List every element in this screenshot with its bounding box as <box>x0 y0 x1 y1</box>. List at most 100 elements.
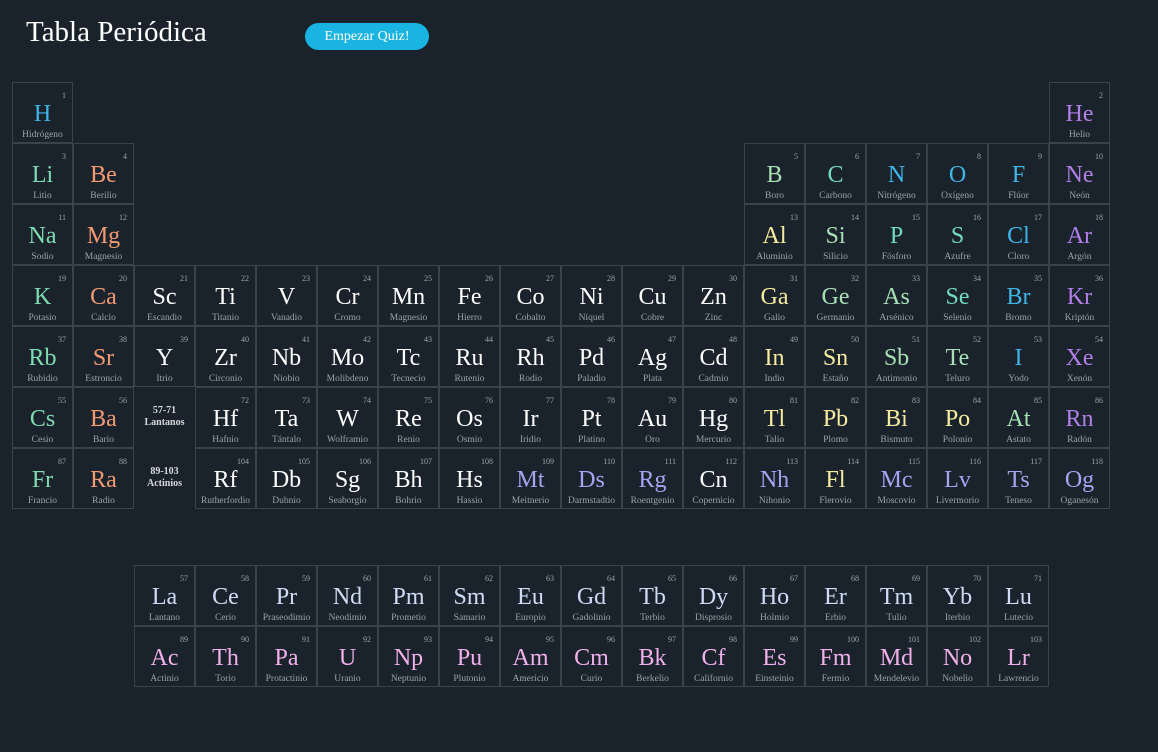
element-cell-rb[interactable]: 37 Rb Rubidio <box>12 326 73 387</box>
element-cell-pb[interactable]: 82 Pb Plomo <box>805 387 866 448</box>
element-cell-ca[interactable]: 20 Ca Calcio <box>73 265 134 326</box>
element-cell-gd[interactable]: 64 Gd Gadolinio <box>561 565 622 626</box>
element-cell-cf[interactable]: 98 Cf Californio <box>683 626 744 687</box>
element-cell-w[interactable]: 74 W Wolframio <box>317 387 378 448</box>
element-cell-ra[interactable]: 88 Ra Radio <box>73 448 134 509</box>
element-cell-pm[interactable]: 61 Pm Prometio <box>378 565 439 626</box>
element-cell-ta[interactable]: 73 Ta Tántalo <box>256 387 317 448</box>
element-cell-ts[interactable]: 117 Ts Teneso <box>988 448 1049 509</box>
element-cell-cr[interactable]: 24 Cr Cromo <box>317 265 378 326</box>
element-cell-sr[interactable]: 38 Sr Estroncio <box>73 326 134 387</box>
element-cell-rn[interactable]: 86 Rn Radón <box>1049 387 1110 448</box>
element-cell-ne[interactable]: 10 Ne Neón <box>1049 143 1110 204</box>
element-cell-cn[interactable]: 112 Cn Copernicio <box>683 448 744 509</box>
element-cell-ge[interactable]: 32 Ge Germanio <box>805 265 866 326</box>
element-cell-lr[interactable]: 103 Lr Lawrencio <box>988 626 1049 687</box>
element-cell-he[interactable]: 2 He Helio <box>1049 82 1110 143</box>
element-cell-th[interactable]: 90 Th Torio <box>195 626 256 687</box>
element-cell-bi[interactable]: 83 Bi Bismuto <box>866 387 927 448</box>
element-cell-be[interactable]: 4 Be Berilio <box>73 143 134 204</box>
element-cell-md[interactable]: 101 Md Mendelevio <box>866 626 927 687</box>
element-cell-sn[interactable]: 50 Sn Estaño <box>805 326 866 387</box>
element-cell-np[interactable]: 93 Np Neptunio <box>378 626 439 687</box>
element-cell-cd[interactable]: 48 Cd Cadmio <box>683 326 744 387</box>
element-cell-ba[interactable]: 56 Ba Bario <box>73 387 134 448</box>
element-cell-in[interactable]: 49 In Indio <box>744 326 805 387</box>
element-cell-ar[interactable]: 18 Ar Argón <box>1049 204 1110 265</box>
element-cell-cu[interactable]: 29 Cu Cobre <box>622 265 683 326</box>
element-cell-sg[interactable]: 106 Sg Seaborgio <box>317 448 378 509</box>
element-cell-k[interactable]: 19 K Potasio <box>12 265 73 326</box>
element-cell-ds[interactable]: 110 Ds Darmstadtio <box>561 448 622 509</box>
element-cell-rh[interactable]: 45 Rh Rodio <box>500 326 561 387</box>
element-cell-yb[interactable]: 70 Yb Iterbio <box>927 565 988 626</box>
element-cell-se[interactable]: 34 Se Selenio <box>927 265 988 326</box>
element-cell-cm[interactable]: 96 Cm Curio <box>561 626 622 687</box>
element-cell-sm[interactable]: 62 Sm Samario <box>439 565 500 626</box>
element-cell-og[interactable]: 118 Og Oganesón <box>1049 448 1110 509</box>
element-cell-ni[interactable]: 28 Ni Níquel <box>561 265 622 326</box>
element-cell-bh[interactable]: 107 Bh Bohrio <box>378 448 439 509</box>
element-cell-zn[interactable]: 30 Zn Zinc <box>683 265 744 326</box>
element-cell-eu[interactable]: 63 Eu Europio <box>500 565 561 626</box>
element-cell-pr[interactable]: 59 Pr Praseodimio <box>256 565 317 626</box>
element-cell-ru[interactable]: 44 Ru Rutenio <box>439 326 500 387</box>
element-cell-zr[interactable]: 40 Zr Circonio <box>195 326 256 387</box>
element-cell-nh[interactable]: 113 Nh Nihonio <box>744 448 805 509</box>
element-cell-fr[interactable]: 87 Fr Francio <box>12 448 73 509</box>
element-cell-lu[interactable]: 71 Lu Lutecio <box>988 565 1049 626</box>
element-cell-y[interactable]: 39 Y Itrio <box>134 326 195 387</box>
element-cell-hg[interactable]: 80 Hg Mercurio <box>683 387 744 448</box>
element-cell-mg[interactable]: 12 Mg Magnesio <box>73 204 134 265</box>
element-cell-pu[interactable]: 94 Pu Plutonio <box>439 626 500 687</box>
element-cell-ir[interactable]: 77 Ir Iridio <box>500 387 561 448</box>
element-cell-kr[interactable]: 36 Kr Kriptón <box>1049 265 1110 326</box>
element-cell-mc[interactable]: 115 Mc Moscovio <box>866 448 927 509</box>
element-cell-o[interactable]: 8 O Oxígeno <box>927 143 988 204</box>
element-cell-pa[interactable]: 91 Pa Protactinio <box>256 626 317 687</box>
element-cell-sc[interactable]: 21 Sc Escandio <box>134 265 195 326</box>
element-cell-fe[interactable]: 26 Fe Hierro <box>439 265 500 326</box>
element-cell-te[interactable]: 52 Te Teluro <box>927 326 988 387</box>
element-cell-p[interactable]: 15 P Fósforo <box>866 204 927 265</box>
element-cell-nb[interactable]: 41 Nb Niobio <box>256 326 317 387</box>
element-cell-os[interactable]: 76 Os Osmio <box>439 387 500 448</box>
element-cell-re[interactable]: 75 Re Renio <box>378 387 439 448</box>
element-cell-na[interactable]: 11 Na Sodio <box>12 204 73 265</box>
element-cell-db[interactable]: 105 Db Dubnio <box>256 448 317 509</box>
element-cell-tl[interactable]: 81 Tl Talio <box>744 387 805 448</box>
element-cell-rf[interactable]: 104 Rf Rutherfordio <box>195 448 256 509</box>
element-cell-ti[interactable]: 22 Ti Titanio <box>195 265 256 326</box>
element-cell-al[interactable]: 13 Al Aluminio <box>744 204 805 265</box>
element-cell-as[interactable]: 33 As Arsénico <box>866 265 927 326</box>
element-cell-mn[interactable]: 25 Mn Magnesio <box>378 265 439 326</box>
element-cell-u[interactable]: 92 U Uranio <box>317 626 378 687</box>
element-cell-au[interactable]: 79 Au Oro <box>622 387 683 448</box>
element-cell-mo[interactable]: 42 Mo Molibdeno <box>317 326 378 387</box>
element-cell-er[interactable]: 68 Er Erbio <box>805 565 866 626</box>
element-cell-dy[interactable]: 66 Dy Disprosio <box>683 565 744 626</box>
element-cell-hs[interactable]: 108 Hs Hassio <box>439 448 500 509</box>
element-cell-sb[interactable]: 51 Sb Antimonio <box>866 326 927 387</box>
element-cell-cs[interactable]: 55 Cs Cesio <box>12 387 73 448</box>
element-cell-b[interactable]: 5 B Boro <box>744 143 805 204</box>
element-cell-ce[interactable]: 58 Ce Cerio <box>195 565 256 626</box>
element-cell-v[interactable]: 23 V Vanadio <box>256 265 317 326</box>
start-quiz-button[interactable]: Empezar Quiz! <box>305 23 429 50</box>
element-cell-f[interactable]: 9 F Flúor <box>988 143 1049 204</box>
element-cell-tm[interactable]: 69 Tm Tulio <box>866 565 927 626</box>
element-cell-am[interactable]: 95 Am Americio <box>500 626 561 687</box>
element-cell-s[interactable]: 16 S Azufre <box>927 204 988 265</box>
element-cell-hf[interactable]: 72 Hf Hafnio <box>195 387 256 448</box>
element-cell-la[interactable]: 57 La Lantano <box>134 565 195 626</box>
element-cell-co[interactable]: 27 Co Cobalto <box>500 265 561 326</box>
element-cell-si[interactable]: 14 Si Silicio <box>805 204 866 265</box>
element-cell-mt[interactable]: 109 Mt Meitnerio <box>500 448 561 509</box>
element-cell-h[interactable]: 1 H Hidrógeno <box>12 82 73 143</box>
element-cell-li[interactable]: 3 Li Litio <box>12 143 73 204</box>
element-cell-no[interactable]: 102 No Nobelio <box>927 626 988 687</box>
element-cell-xe[interactable]: 54 Xe Xenón <box>1049 326 1110 387</box>
element-cell-n[interactable]: 7 N Nitrógeno <box>866 143 927 204</box>
element-cell-tb[interactable]: 65 Tb Terbio <box>622 565 683 626</box>
element-cell-lv[interactable]: 116 Lv Livermorio <box>927 448 988 509</box>
